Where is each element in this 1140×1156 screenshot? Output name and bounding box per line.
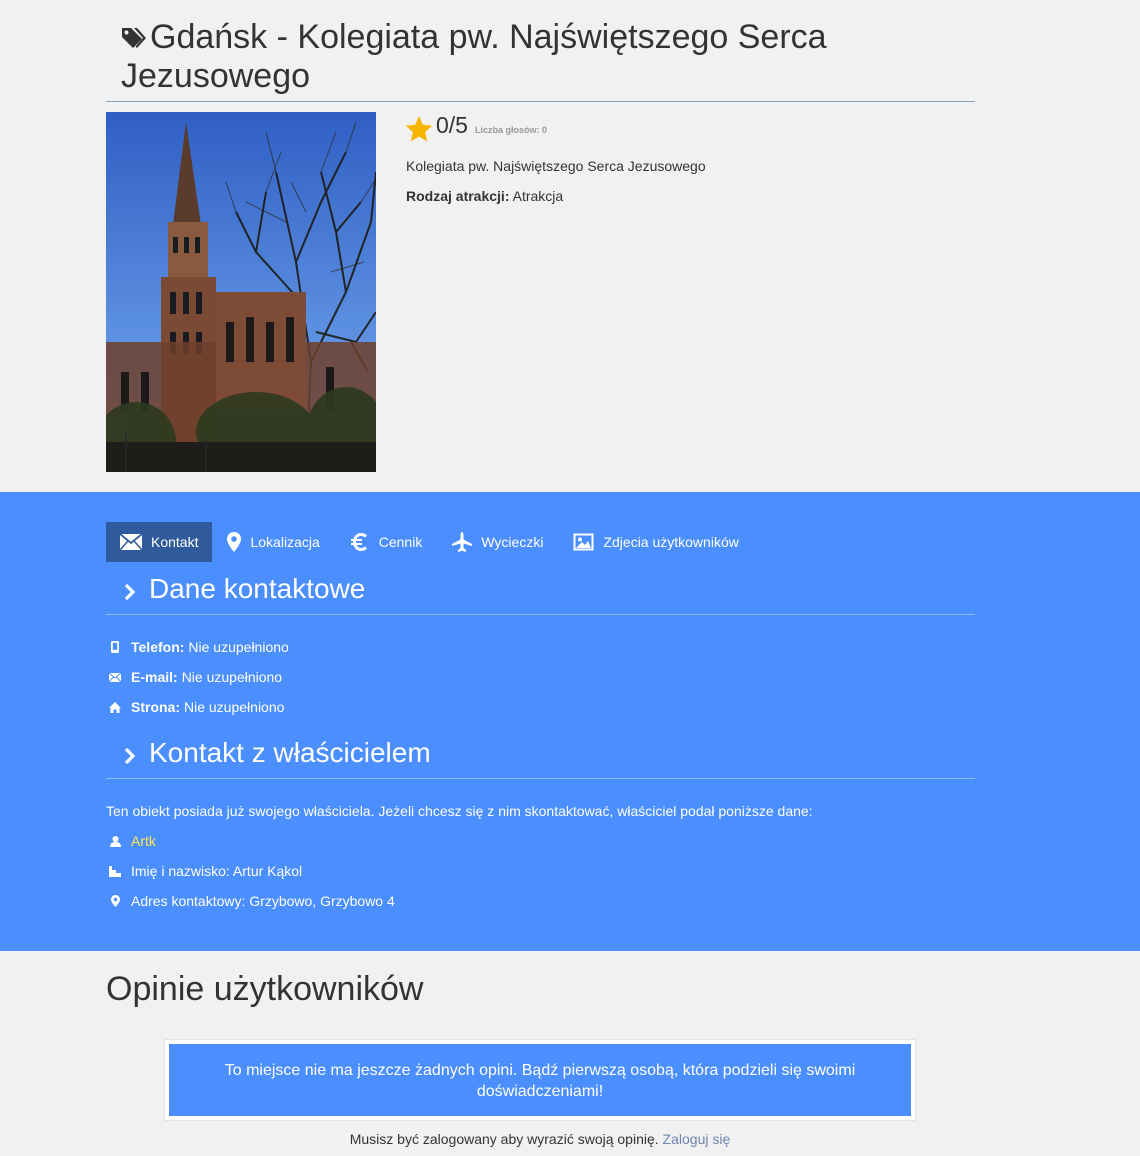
rating: 0/5 Liczba głosów: 0 <box>404 112 964 146</box>
tab-cennik-label: Cennik <box>378 534 423 550</box>
attraction-description: Kolegiata pw. Najświętszego Serca Jezuso… <box>406 158 706 174</box>
page-title-text: Gdańsk - Kolegiata pw. Najświętszego Ser… <box>121 18 827 95</box>
tab-lokalizacja-label: Lokalizacja <box>250 534 320 550</box>
contact-details-heading: Dane kontaktowe <box>106 573 975 615</box>
tab-wycieczki[interactable]: Wycieczki <box>437 522 558 562</box>
owner-address-row: Adres kontaktowy: Grzybowo, Grzybowo 4 <box>106 892 395 910</box>
phone-value: Nie uzupełniono <box>188 639 289 655</box>
owner-name: Imię i nazwisko: Artur Kąkol <box>131 863 303 879</box>
rating-value: 0/5 <box>436 112 468 138</box>
tab-cennik[interactable]: Cennik <box>335 522 438 562</box>
attraction-type: Rodzaj atrakcji: Atrakcja <box>406 188 964 204</box>
home-icon <box>109 701 121 713</box>
login-note: Musisz być zalogowany aby wyrazić swoją … <box>0 1131 1080 1147</box>
user-icon <box>109 835 121 847</box>
no-opinions-message: To miejsce nie ma jeszcze żadnych opini.… <box>169 1044 911 1116</box>
attraction-type-label: Rodzaj atrakcji: <box>406 188 510 204</box>
attraction-photo[interactable] <box>106 112 376 472</box>
phone-label: Telefon: <box>131 639 185 655</box>
star-icon[interactable] <box>404 114 434 144</box>
tab-zdjecia-label: Zdjecia użytkowników <box>603 534 739 550</box>
attraction-info: 0/5 Liczba głosów: 0 Kolegiata pw. Najśw… <box>404 112 964 204</box>
owner-address: Adres kontaktowy: Grzybowo, Grzybowo 4 <box>131 893 395 909</box>
owner-contact-title: Kontakt z właścicielem <box>149 737 431 768</box>
attraction-type-value: Atrakcja <box>512 188 564 204</box>
owner-note: Ten obiekt posiada już swojego właścicie… <box>106 803 813 819</box>
vote-count: Liczba głosów: 0 <box>474 125 547 135</box>
podium-icon <box>109 865 121 877</box>
page-header: Gdańsk - Kolegiata pw. Najświętszego Ser… <box>106 18 975 102</box>
page-title: Gdańsk - Kolegiata pw. Najświętszego Ser… <box>121 18 975 96</box>
owner-name-row: Imię i nazwisko: Artur Kąkol <box>106 862 302 880</box>
tab-zdjecia[interactable]: Zdjecia użytkowników <box>558 522 753 562</box>
tab-wycieczki-label: Wycieczki <box>481 534 544 550</box>
tabs: Kontakt Lokalizacja Cennik Wycieczki Zdj… <box>106 522 754 562</box>
opinions-heading: Opinie użytkowników <box>106 970 424 1008</box>
site-value: Nie uzupełniono <box>184 699 285 715</box>
chevron-right-icon <box>124 748 136 764</box>
chevron-right-icon <box>124 584 136 600</box>
tab-lokalizacja[interactable]: Lokalizacja <box>212 522 334 562</box>
tags-icon <box>121 20 147 48</box>
login-note-text: Musisz być zalogowany aby wyrazić swoją … <box>349 1131 659 1147</box>
plane-icon <box>452 532 473 552</box>
site-row: Strona: Nie uzupełniono <box>106 698 284 716</box>
tab-kontakt-label: Kontakt <box>151 534 199 550</box>
email-value: Nie uzupełniono <box>181 669 283 685</box>
owner-username-row: Artk <box>106 832 156 850</box>
login-link[interactable]: Zaloguj się <box>663 1131 731 1147</box>
no-opinions-box: To miejsce nie ma jeszcze żadnych opini.… <box>164 1039 916 1121</box>
phone-row: Telefon: Nie uzupełniono <box>106 638 289 656</box>
picture-icon <box>573 533 594 551</box>
phone-icon <box>111 641 119 653</box>
map-marker-icon <box>110 895 120 907</box>
contact-details-title: Dane kontaktowe <box>149 573 366 604</box>
site-label: Strona: <box>131 699 180 715</box>
envelope-icon <box>109 672 121 682</box>
owner-username-link[interactable]: Artk <box>131 833 156 849</box>
owner-contact-heading: Kontakt z właścicielem <box>106 737 975 779</box>
contact-section: Kontakt Lokalizacja Cennik Wycieczki Zdj… <box>0 492 1140 951</box>
envelope-icon <box>120 534 142 550</box>
tab-kontakt[interactable]: Kontakt <box>106 522 213 562</box>
email-label: E-mail: <box>131 669 178 685</box>
euro-icon <box>350 532 367 552</box>
email-row: E-mail: Nie uzupełniono <box>106 668 282 686</box>
map-marker-icon <box>227 532 242 552</box>
